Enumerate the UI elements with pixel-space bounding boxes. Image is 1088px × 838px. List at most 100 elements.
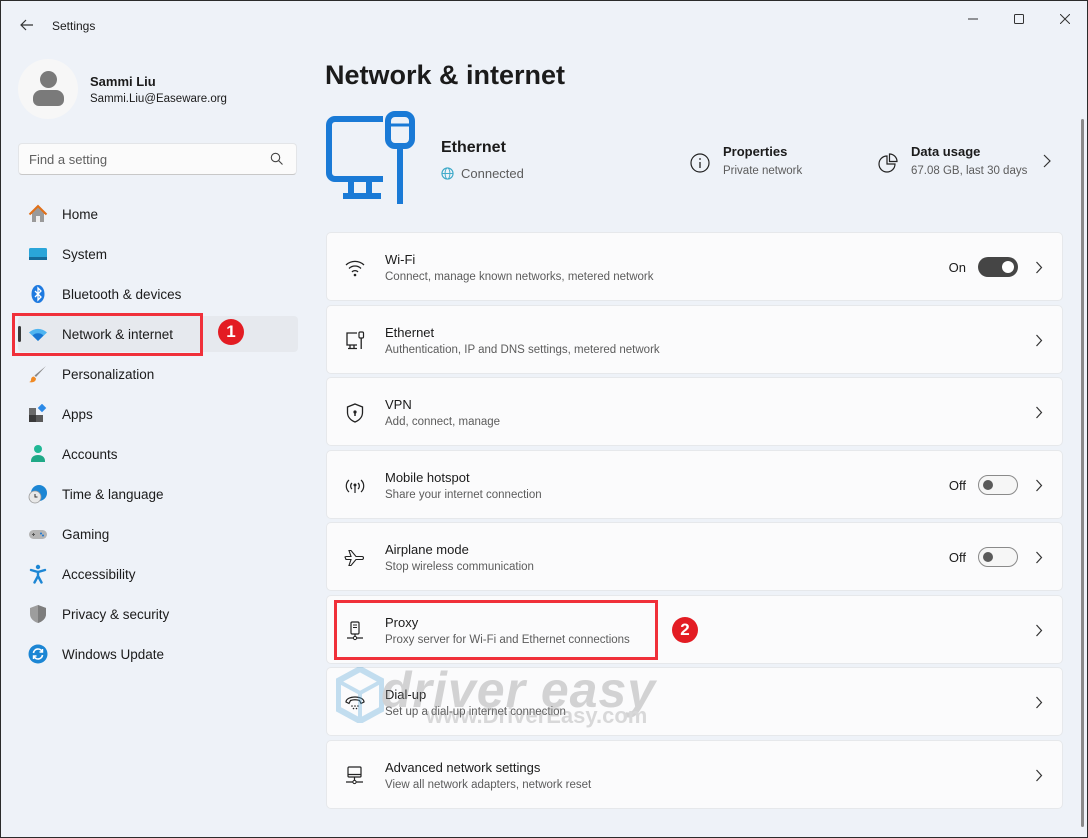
row-airplane-mode[interactable]: Airplane mode Stop wireless communicatio… bbox=[326, 522, 1063, 591]
wifi-icon bbox=[345, 260, 365, 277]
row-ethernet[interactable]: Ethernet Authentication, IP and DNS sett… bbox=[326, 304, 1063, 374]
row-subtitle: Authentication, IP and DNS settings, met… bbox=[385, 343, 660, 356]
close-icon bbox=[1060, 14, 1070, 24]
chevron-right-icon bbox=[1036, 334, 1043, 346]
sidebar-item-label: System bbox=[62, 246, 108, 262]
chevron-right-icon bbox=[1036, 769, 1043, 781]
row-subtitle: Connect, manage known networks, metered … bbox=[385, 271, 654, 283]
properties-title: Properties bbox=[723, 144, 788, 159]
sidebar-item-privacy-security[interactable]: Privacy & security bbox=[18, 596, 298, 632]
sidebar-item-home[interactable]: Home bbox=[18, 196, 298, 232]
row-title: Wi-Fi bbox=[385, 252, 416, 267]
properties-link[interactable]: Properties Private network bbox=[689, 144, 802, 177]
home-icon bbox=[28, 204, 48, 224]
ethernet-icon bbox=[346, 330, 365, 349]
toggle-state-label: On bbox=[948, 260, 966, 275]
accessibility-icon bbox=[28, 564, 48, 584]
row-subtitle: View all network adapters, network reset bbox=[385, 778, 592, 791]
annotation-badge-1: 1 bbox=[218, 319, 244, 345]
sidebar-item-label: Accounts bbox=[62, 446, 118, 462]
row-subtitle: Share your internet connection bbox=[385, 488, 542, 501]
row-vpn[interactable]: VPN Add, connect, manage bbox=[326, 377, 1063, 446]
chevron-right-icon bbox=[1036, 406, 1043, 419]
minimize-icon bbox=[968, 18, 978, 20]
row-title: Mobile hotspot bbox=[385, 469, 470, 485]
row-wifi[interactable]: Wi-Fi Connect, manage known networks, me… bbox=[326, 232, 1063, 301]
maximize-icon bbox=[1014, 14, 1024, 24]
row-subtitle: Set up a dial-up internet connection bbox=[385, 706, 566, 718]
sidebar-item-gaming[interactable]: Gaming bbox=[18, 516, 298, 552]
avatar bbox=[18, 59, 78, 119]
close-button[interactable] bbox=[1043, 7, 1087, 31]
accounts-icon bbox=[28, 444, 48, 464]
chevron-right-icon bbox=[1036, 261, 1043, 274]
annotation-badge-2: 2 bbox=[672, 617, 698, 643]
brush-icon bbox=[28, 364, 48, 384]
row-title: Advanced network settings bbox=[385, 759, 541, 775]
chevron-right-icon[interactable] bbox=[1041, 154, 1053, 168]
sidebar-item-windows-update[interactable]: Windows Update bbox=[18, 636, 298, 672]
data-usage-title: Data usage bbox=[911, 144, 981, 159]
arrow-left-icon bbox=[20, 19, 33, 31]
connection-status-text: Connected bbox=[461, 166, 524, 181]
data-usage-link[interactable]: Data usage 67.08 GB, last 30 days bbox=[877, 144, 1027, 177]
chevron-right-icon bbox=[1036, 696, 1043, 709]
connection-name: Ethernet bbox=[441, 139, 506, 156]
title-bar: Settings bbox=[1, 1, 1087, 49]
airplane-mode-toggle[interactable] bbox=[978, 547, 1018, 567]
dialup-phone-icon bbox=[345, 696, 365, 710]
scrollbar[interactable] bbox=[1081, 119, 1084, 827]
sidebar-item-accessibility[interactable]: Accessibility bbox=[18, 556, 298, 592]
annotation-highlight-proxy bbox=[334, 600, 658, 660]
row-subtitle: Add, connect, manage bbox=[385, 416, 501, 428]
sidebar-item-label: Privacy & security bbox=[62, 606, 170, 622]
page-title: Network & internet bbox=[325, 60, 566, 90]
sidebar-nav: Home System Bluetooth & devices Network … bbox=[18, 196, 298, 676]
row-dial-up[interactable]: Dial-up Set up a dial-up internet connec… bbox=[326, 667, 1063, 736]
sidebar-item-bluetooth-devices[interactable]: Bluetooth & devices bbox=[18, 276, 298, 312]
sidebar-item-label: Accessibility bbox=[62, 566, 136, 582]
sidebar-item-system[interactable]: System bbox=[18, 236, 298, 272]
gamepad-icon bbox=[28, 524, 48, 544]
time-language-icon bbox=[28, 484, 48, 504]
row-title: VPN bbox=[385, 397, 412, 412]
connection-status: Connected bbox=[441, 166, 524, 181]
system-icon bbox=[28, 244, 48, 264]
back-button[interactable] bbox=[15, 13, 39, 37]
sidebar-item-personalization[interactable]: Personalization bbox=[18, 356, 298, 392]
globe-icon bbox=[441, 167, 454, 180]
sidebar-item-label: Bluetooth & devices bbox=[62, 286, 182, 302]
wifi-toggle[interactable] bbox=[978, 257, 1018, 277]
update-icon bbox=[28, 644, 48, 664]
sidebar-item-label: Personalization bbox=[62, 366, 155, 382]
sidebar-item-label: Apps bbox=[62, 406, 93, 422]
pie-chart-icon bbox=[878, 153, 898, 173]
row-title: Airplane mode bbox=[385, 542, 469, 557]
sidebar-item-label: Gaming bbox=[62, 526, 110, 542]
search-box[interactable] bbox=[18, 143, 297, 175]
search-icon[interactable] bbox=[270, 152, 284, 166]
sidebar-item-label: Time & language bbox=[62, 486, 164, 502]
chevron-right-icon bbox=[1036, 479, 1043, 491]
maximize-button[interactable] bbox=[997, 7, 1041, 31]
apps-icon bbox=[28, 404, 48, 424]
profile-email: Sammi.Liu@Easeware.org bbox=[90, 92, 227, 105]
network-adapter-icon bbox=[346, 765, 363, 784]
mobile-hotspot-toggle[interactable] bbox=[978, 474, 1018, 495]
annotation-highlight-network bbox=[12, 313, 203, 356]
search-input[interactable] bbox=[29, 151, 259, 167]
airplane-icon bbox=[344, 549, 364, 567]
hotspot-icon bbox=[345, 479, 365, 493]
sidebar-item-apps[interactable]: Apps bbox=[18, 396, 298, 432]
minimize-button[interactable] bbox=[951, 7, 995, 31]
sidebar-item-time-language[interactable]: Time & language bbox=[18, 476, 298, 512]
shield-icon bbox=[28, 604, 48, 624]
row-mobile-hotspot[interactable]: Mobile hotspot Share your internet conne… bbox=[326, 449, 1063, 519]
bluetooth-icon bbox=[28, 284, 48, 304]
sidebar-item-accounts[interactable]: Accounts bbox=[18, 436, 298, 472]
user-profile[interactable]: Sammi Liu Sammi.Liu@Easeware.org bbox=[18, 59, 227, 119]
row-subtitle: Stop wireless communication bbox=[385, 561, 534, 573]
info-icon bbox=[690, 153, 710, 173]
data-usage-subtitle: 67.08 GB, last 30 days bbox=[911, 165, 1028, 177]
row-advanced-network-settings[interactable]: Advanced network settings View all netwo… bbox=[326, 739, 1063, 809]
